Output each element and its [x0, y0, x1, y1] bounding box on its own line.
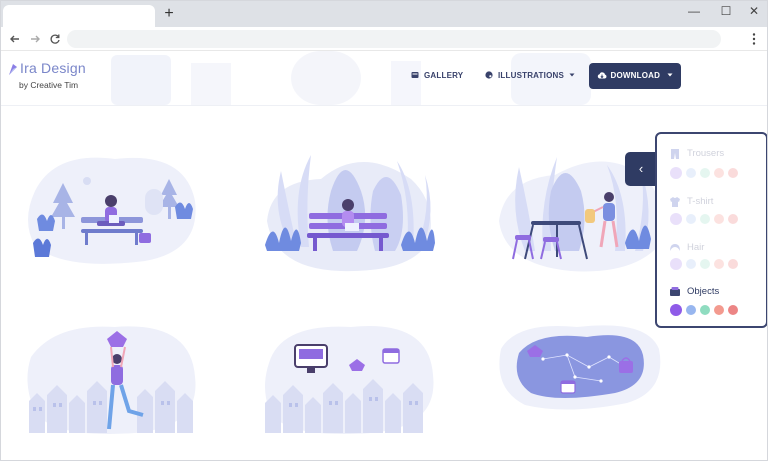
swatch[interactable]	[700, 168, 710, 178]
tab-strip: + — ☐ ✕	[1, 1, 767, 27]
panel-toggle-button[interactable]: ‹	[625, 152, 657, 186]
swatch[interactable]	[686, 168, 696, 178]
nav-illustrations-label: ILLUSTRATIONS	[498, 71, 565, 80]
gallery-scene-4[interactable]	[25, 317, 201, 441]
swatch[interactable]	[728, 259, 738, 269]
swatch[interactable]	[670, 167, 682, 179]
swatch[interactable]	[714, 168, 724, 178]
browser-tab[interactable]	[3, 5, 155, 27]
reload-icon[interactable]	[46, 30, 64, 48]
swatch[interactable]	[686, 305, 696, 315]
gallery-icon	[411, 72, 419, 78]
forward-arrow-icon[interactable]	[26, 30, 44, 48]
browser-window: + — ☐ ✕ Ira Design by Creative Tim GALLE…	[0, 0, 768, 461]
gallery-scene-2[interactable]	[261, 151, 437, 275]
swatch[interactable]	[728, 168, 738, 178]
swatch[interactable]	[714, 305, 724, 315]
brand-name[interactable]: Ira Design	[20, 60, 86, 76]
swatch[interactable]	[728, 305, 738, 315]
hair-icon	[670, 244, 680, 251]
caret-down-icon	[569, 73, 575, 77]
swatch[interactable]	[700, 305, 710, 315]
swatch[interactable]	[670, 258, 682, 270]
gallery-scene-5[interactable]	[261, 317, 439, 441]
nav-gallery-label: GALLERY	[424, 71, 464, 80]
close-icon[interactable]: ✕	[743, 3, 765, 19]
swatch[interactable]	[728, 214, 738, 224]
swatch[interactable]	[714, 214, 724, 224]
swatch[interactable]	[670, 213, 682, 225]
swatch[interactable]	[686, 259, 696, 269]
category-label: Hair	[687, 242, 705, 253]
caret-down-icon	[667, 73, 673, 77]
back-arrow-icon[interactable]	[6, 30, 24, 48]
objects-icon	[670, 287, 680, 296]
new-tab-icon[interactable]: +	[161, 6, 177, 22]
kebab-menu-icon[interactable]	[745, 30, 763, 48]
category-label: Trousers	[687, 148, 725, 159]
customization-panel: Trousers T-shirt Hair Objects	[655, 132, 767, 328]
browser-toolbar	[1, 27, 767, 51]
swatch[interactable]	[700, 214, 710, 224]
swatch[interactable]	[670, 304, 682, 316]
tshirt-icon	[670, 197, 680, 207]
download-label: DOWNLOAD	[610, 71, 661, 80]
cloud-download-icon	[598, 72, 607, 79]
chevron-left-icon: ‹	[638, 161, 644, 176]
swatch[interactable]	[700, 259, 710, 269]
gallery-scene-1[interactable]	[25, 151, 201, 271]
maximize-icon[interactable]: ☐	[715, 3, 737, 19]
ira-logo-icon	[9, 64, 17, 75]
gallery-scene-6[interactable]	[497, 319, 667, 415]
palette-icon	[485, 71, 493, 79]
nav-illustrations[interactable]: ILLUSTRATIONS	[485, 69, 575, 83]
swatch[interactable]	[714, 259, 724, 269]
download-button[interactable]: DOWNLOAD	[589, 63, 681, 89]
swatch[interactable]	[686, 214, 696, 224]
brand-byline: by Creative Tim	[19, 80, 79, 90]
nav-gallery[interactable]: GALLERY	[411, 69, 463, 83]
address-bar[interactable]	[67, 30, 721, 48]
minimize-icon[interactable]: —	[683, 3, 705, 19]
category-label: T-shirt	[687, 196, 714, 207]
trousers-icon	[671, 149, 679, 159]
category-label: Objects	[687, 286, 720, 297]
